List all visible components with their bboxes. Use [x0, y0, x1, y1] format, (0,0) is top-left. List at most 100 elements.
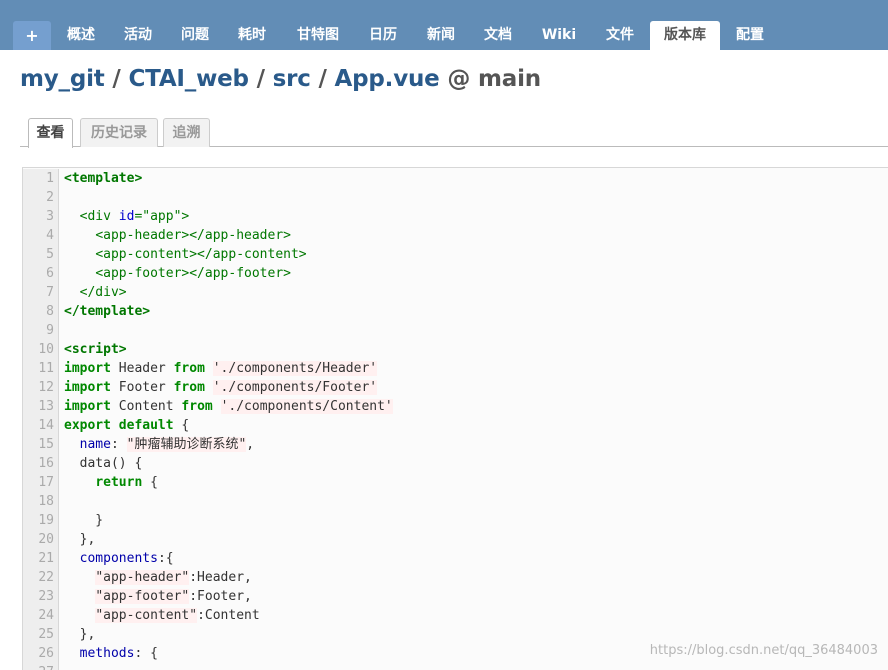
code-line: 2	[23, 188, 888, 207]
tab-issues[interactable]: 问题	[171, 21, 219, 50]
code-line: 4 <app-header></app-header>	[23, 226, 888, 245]
tab-history[interactable]: 历史记录	[80, 118, 158, 147]
code-token: {	[142, 475, 158, 490]
tab-view[interactable]: 查看	[28, 118, 73, 148]
line-number[interactable]: 6	[23, 264, 59, 283]
tab-activity[interactable]: 活动	[114, 21, 162, 50]
tab-documents[interactable]: 文档	[474, 21, 522, 50]
line-source: <div id="app">	[64, 207, 190, 226]
code-line: 20 },	[23, 530, 888, 549]
code-token: Header	[110, 361, 174, 376]
code-line: 12 import Footer from './components/Foote…	[23, 378, 888, 397]
tab-overview[interactable]: 概述	[57, 21, 105, 50]
line-number[interactable]: 8	[23, 302, 59, 321]
line-source: import Content from './components/Conten…	[64, 397, 393, 416]
line-number[interactable]: 16	[23, 454, 59, 473]
line-source: <app-footer></app-footer>	[64, 264, 291, 283]
code-token: :Content	[197, 608, 260, 623]
breadcrumb-separator: /	[318, 66, 327, 92]
code-line: 3 <div id="app">	[23, 207, 888, 226]
line-number[interactable]: 5	[23, 245, 59, 264]
line-number[interactable]: 17	[23, 473, 59, 492]
code-token: from	[181, 399, 213, 414]
code-token: }	[64, 513, 104, 528]
code-token: name	[79, 437, 111, 452]
tab-annotate[interactable]: 追溯	[163, 118, 210, 147]
line-number[interactable]: 14	[23, 416, 59, 435]
code-line: 24 "app-content":Content	[23, 606, 888, 625]
code-line: 27	[23, 663, 888, 670]
line-number[interactable]: 18	[23, 492, 59, 511]
code-line: 8 </template>	[23, 302, 888, 321]
line-number[interactable]: 26	[23, 644, 59, 663]
line-number[interactable]: 4	[23, 226, 59, 245]
code-token: "app-footer"	[95, 589, 190, 604]
line-number[interactable]: 12	[23, 378, 59, 397]
line-number[interactable]: 15	[23, 435, 59, 454]
breadcrumb-project-link[interactable]: my_git	[20, 66, 105, 92]
code-token: methods	[79, 646, 135, 661]
line-number[interactable]: 24	[23, 606, 59, 625]
line-source: <template>	[64, 169, 142, 188]
line-number[interactable]: 25	[23, 625, 59, 644]
line-number[interactable]: 13	[23, 397, 59, 416]
code-line: 21 components:{	[23, 549, 888, 568]
code-token: <app-content></app-content>	[95, 247, 307, 262]
tab-repository[interactable]: 版本库	[650, 21, 720, 50]
line-number[interactable]: 20	[23, 530, 59, 549]
line-number[interactable]: 21	[23, 549, 59, 568]
line-number[interactable]: 10	[23, 340, 59, 359]
code-token: "app-content"	[95, 608, 198, 623]
code-line: 5 <app-content></app-content>	[23, 245, 888, 264]
breadcrumb-repo-link[interactable]: CTAI_web	[128, 66, 249, 92]
code-line: 15 name: "肿瘤辅助诊断系统",	[23, 435, 888, 454]
line-source: return {	[64, 473, 158, 492]
breadcrumb-dir-link[interactable]: src	[273, 66, 311, 92]
code-line: 17 return {	[23, 473, 888, 492]
code-token: },	[64, 532, 96, 547]
line-source: data() {	[64, 454, 143, 473]
code-token: components	[79, 551, 158, 566]
line-number[interactable]: 11	[23, 359, 59, 378]
code-token: ,	[246, 437, 255, 452]
breadcrumb-branch: main	[478, 66, 541, 92]
code-token: :Header,	[189, 570, 252, 585]
line-number[interactable]: 3	[23, 207, 59, 226]
code-token: :{	[157, 551, 174, 566]
code-viewer: 1 <template> 2 3 <div id="app"> 4 <app-heade…	[22, 167, 888, 670]
tab-calendar[interactable]: 日历	[359, 21, 407, 50]
line-source: name: "肿瘤辅助诊断系统",	[64, 435, 254, 454]
line-number[interactable]: 9	[23, 321, 59, 340]
line-source: }	[64, 511, 103, 530]
tab-files[interactable]: 文件	[596, 21, 644, 50]
line-number[interactable]: 27	[23, 663, 59, 670]
line-source: components:{	[64, 549, 174, 568]
tab-time-tracking[interactable]: 耗时	[228, 21, 276, 50]
code-token: return	[95, 475, 143, 490]
tab-news[interactable]: 新闻	[417, 21, 465, 50]
breadcrumb-file-link[interactable]: App.vue	[335, 66, 440, 92]
line-source: </template>	[64, 302, 150, 321]
tab-wiki[interactable]: Wiki	[533, 21, 585, 50]
line-source: "app-footer":Footer,	[64, 587, 252, 606]
tab-gantt[interactable]: 甘特图	[287, 21, 349, 50]
line-number[interactable]: 7	[23, 283, 59, 302]
line-number[interactable]: 19	[23, 511, 59, 530]
line-source: },	[64, 530, 96, 549]
tab-settings[interactable]: 配置	[726, 21, 774, 50]
code-line: 25 },	[23, 625, 888, 644]
line-number[interactable]: 22	[23, 568, 59, 587]
new-item-button[interactable]: +	[13, 21, 51, 50]
line-number[interactable]: 23	[23, 587, 59, 606]
line-source: <app-content></app-content>	[64, 245, 307, 264]
code-token: import	[64, 380, 111, 395]
code-line: 14 export default {	[23, 416, 888, 435]
code-token: "app-header"	[95, 570, 190, 585]
line-number[interactable]: 1	[23, 169, 59, 188]
line-number[interactable]: 2	[23, 188, 59, 207]
